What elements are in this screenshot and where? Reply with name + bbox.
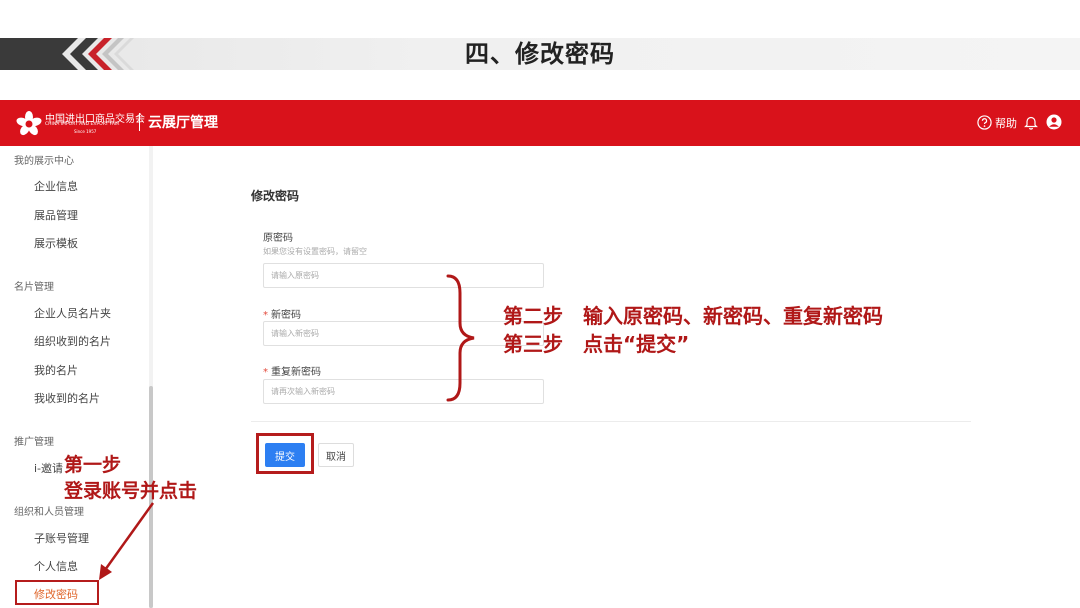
annotation-step-1-desc: 登录账号并点击 — [64, 480, 198, 502]
sidebar-group-org-people[interactable]: 组织和人员管理 — [14, 503, 84, 518]
new-password-label-text: 新密码 — [271, 310, 301, 321]
cancel-button[interactable]: 取消 — [318, 443, 354, 467]
sidebar-item-i-invite[interactable]: i-邀请 — [34, 460, 63, 476]
annotation-step-3: 第三步 点击“提交” — [503, 332, 690, 356]
curly-brace-icon — [446, 274, 475, 402]
confirm-password-label-text: 重复新密码 — [271, 367, 321, 378]
sidebar-group-display-center[interactable]: 我的展示中心 — [14, 152, 74, 167]
help-link[interactable]: 帮助 — [995, 115, 1017, 131]
old-password-input[interactable] — [263, 263, 544, 288]
sidebar-item-display-template[interactable]: 展示模板 — [34, 235, 78, 251]
app-title: 云展厅管理 — [148, 115, 218, 131]
logo-since: Since 1957 — [74, 129, 97, 134]
annotation-step-1-title: 第一步 — [64, 454, 122, 476]
sidebar-item-my-card[interactable]: 我的名片 — [34, 362, 78, 378]
sidebar-item-sub-accounts[interactable]: 子账号管理 — [34, 530, 89, 546]
sidebar-item-org-received-cards[interactable]: 组织收到的名片 — [34, 333, 111, 349]
new-password-input[interactable] — [263, 321, 544, 346]
help-icon[interactable] — [977, 115, 992, 130]
form-title: 修改密码 — [251, 189, 300, 203]
sidebar-group-card-management[interactable]: 名片管理 — [14, 278, 54, 293]
annotation-step-2: 第二步 输入原密码、新密码、重复新密码 — [503, 304, 883, 328]
app-header: 中国进出口商品交易会 CHINA IMPORT AND EXPORT FAIR … — [0, 100, 1080, 146]
confirm-password-input[interactable] — [263, 379, 544, 404]
form-divider — [251, 421, 971, 422]
canton-fair-logo-icon — [16, 111, 42, 136]
confirm-password-label: * 重复新密码 — [263, 363, 321, 378]
slide-title: 四、修改密码 — [465, 40, 615, 68]
required-mark: * — [263, 310, 268, 321]
submit-highlight-box — [256, 433, 314, 474]
old-password-hint: 如果您没有设置密码，请留空 — [263, 247, 367, 256]
user-account-icon[interactable] — [1046, 114, 1062, 130]
required-mark: * — [263, 367, 268, 378]
notification-bell-icon[interactable] — [1024, 115, 1038, 130]
new-password-label: * 新密码 — [263, 306, 301, 321]
old-password-label: 原密码 — [263, 233, 293, 244]
sidebar-item-staff-card-folder[interactable]: 企业人员名片夹 — [34, 305, 111, 321]
sidebar-group-promotion[interactable]: 推广管理 — [14, 433, 54, 448]
sidebar-item-my-received-cards[interactable]: 我收到的名片 — [34, 390, 100, 406]
sidebar-item-company-info[interactable]: 企业信息 — [34, 178, 78, 194]
logo-text-en: CHINA IMPORT AND EXPORT FAIR — [45, 122, 120, 127]
active-item-highlight — [15, 580, 99, 605]
sidebar-item-personal-info[interactable]: 个人信息 — [34, 558, 78, 574]
sidebar-item-exhibit-management[interactable]: 展品管理 — [34, 207, 78, 223]
header-divider — [139, 113, 140, 131]
